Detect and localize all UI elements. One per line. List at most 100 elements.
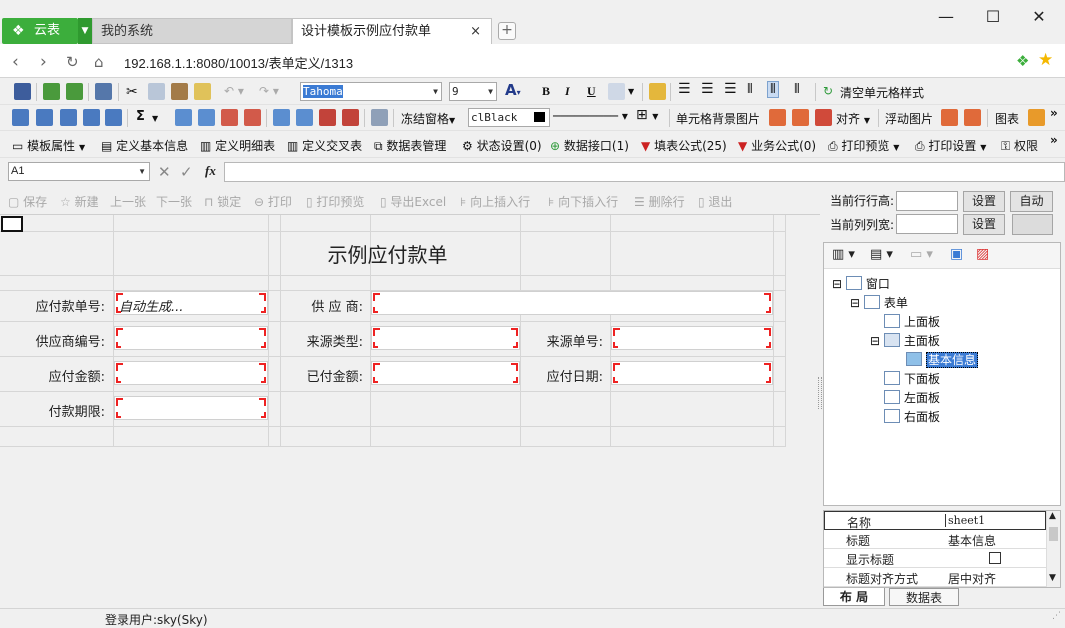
insert-col-icon[interactable] [198,109,215,126]
prop-row-title[interactable]: 标题 基本信息 [824,530,1046,549]
field-input-payable-date[interactable] [611,361,773,385]
url-text[interactable]: 192.168.1.1:8080/10013/表单定义/1313 [124,53,353,72]
layout-preview-icon[interactable]: ▣ [950,246,963,262]
status-settings-button[interactable]: ⚙ 状态设置(0) [462,137,542,154]
print-settings-button[interactable]: ⎙ 打印设置 ▼ [915,137,986,154]
tab-design-template[interactable]: 设计模板示例应付款单 × [292,18,492,44]
prop-row-show-title[interactable]: 显示标题 [824,549,1046,568]
refresh-icon[interactable]: ↻ [66,53,79,71]
cell-ref-select[interactable]: A1 ▼ [8,162,150,181]
prop-row-name[interactable]: 名称 sheet1 [824,511,1046,530]
brand-menu-chevron-icon[interactable]: ▼ [78,18,92,44]
justify-icon[interactable]: ⦀ [767,81,779,98]
tab-datatable[interactable]: 数据表 [889,588,959,606]
function-icon[interactable]: fx [205,163,216,179]
chart-button[interactable]: 图表 [995,110,1019,127]
redo-icon[interactable]: ↷ ▾ [259,84,279,98]
distribute-icon[interactable]: ⦀ [747,82,753,97]
align-image-icon[interactable] [815,109,832,126]
freeze-panes-button[interactable]: 冻结窗格▼ [401,110,455,127]
tree-node-basic-info[interactable]: 基本信息 [906,351,979,368]
cut-icon[interactable]: ✂ [126,84,138,100]
export-excel-button[interactable]: ▯ 导出Excel [380,193,446,210]
copy-icon[interactable] [148,83,165,100]
font-color-icon[interactable]: A▾ [505,81,521,99]
back-icon[interactable]: ‹ [12,52,19,72]
tree-node-form[interactable]: ⊟ 表单 [850,294,908,311]
move-up-icon[interactable] [273,109,290,126]
grid-icon[interactable] [12,109,29,126]
props-scrollbar[interactable]: ▲ ▼ [1046,511,1060,587]
align-left-icon[interactable]: ☰ [678,81,691,97]
more-chevron-icon[interactable]: » [1050,106,1058,120]
scroll-thumb[interactable] [1049,527,1058,541]
tree-node-top-panel[interactable]: 上面板 [884,313,940,330]
prop-row-title-align[interactable]: 标题对齐方式 居中对齐 [824,568,1046,587]
fill-color-chevron-icon[interactable]: ▼ [628,87,634,96]
move-down-icon[interactable] [296,109,313,126]
delete-row-button[interactable]: ☰ 删除行 [634,193,685,210]
borders-icon[interactable]: ⊞ ▼ [636,107,658,123]
save-button[interactable]: ▢ 保存 [8,193,47,210]
fill-color-icon[interactable] [608,83,625,100]
maximize-button[interactable]: ☐ [973,4,1013,30]
remove-float-icon[interactable] [964,109,981,126]
accept-formula-icon[interactable]: ✓ [180,163,193,181]
align-button[interactable]: 对齐 ▼ [836,110,870,127]
favorite-star-icon[interactable]: ★ [1038,50,1053,70]
selected-cell-a1[interactable] [1,216,23,232]
columns-icon[interactable] [83,109,100,126]
insert-row-icon[interactable] [175,109,192,126]
layout-page-icon[interactable]: ▭ ▾ [910,247,933,262]
save-icon[interactable] [14,83,31,100]
home-icon[interactable]: ⌂ [94,53,104,71]
more-chevron-icon-2[interactable]: » [1050,133,1058,147]
lock-icon[interactable] [649,83,666,100]
resize-grip-icon[interactable]: ⋰ [1052,611,1061,621]
import-icon[interactable] [66,83,83,100]
insert-below-button[interactable]: ⊧ 向下插入行 [548,193,618,210]
set-col-width-button[interactable]: 设置 [963,214,1005,235]
formula-input[interactable] [224,162,1065,182]
distribute-v-icon[interactable]: ⦀ [794,82,800,97]
field-input-payable-no[interactable]: 自动生成... [114,291,268,315]
set-row-height-button[interactable]: 设置 [963,191,1005,212]
tree-node-right-panel[interactable]: 右面板 [884,408,940,425]
col-width-input[interactable] [896,214,958,234]
layout-rows-icon[interactable]: ▤ ▾ [870,247,893,262]
layout-cols-icon[interactable]: ▥ ▾ [832,247,855,262]
merge-icon[interactable] [105,109,122,126]
field-input-source-type[interactable] [371,326,520,350]
font-size-select[interactable]: 9 ▼ [449,82,497,101]
delete-row-icon[interactable] [221,109,238,126]
sum-button[interactable]: Σ [136,109,145,124]
bold-button[interactable]: B [542,84,550,99]
table-manage-button[interactable]: ⧉ 数据表管理 [374,137,446,154]
scroll-down-icon[interactable]: ▼ [1049,573,1056,583]
field-input-supplier[interactable] [371,291,773,315]
percent-icon[interactable] [371,109,388,126]
sum-chevron-icon[interactable]: ▼ [152,114,158,123]
business-formula-button[interactable]: ▼ 业务公式(0) [738,137,816,154]
exit-button[interactable]: ▯ 退出 [698,193,732,210]
app-logo-icon[interactable]: ❖ [1016,52,1029,70]
tree-node-window[interactable]: ⊟ 窗口 [832,275,890,292]
auto-row-height-button[interactable]: 自动 [1010,191,1053,212]
export-icon[interactable] [43,83,60,100]
cell-bg-image-button[interactable]: 单元格背景图片 [676,110,760,127]
align-right-icon[interactable]: ☰ [724,81,737,97]
unsplit-icon[interactable] [342,109,359,126]
format-painter-icon[interactable] [194,83,211,100]
forward-icon[interactable]: › [40,52,47,72]
layout-delete-icon[interactable]: ▨ [976,246,989,262]
font-name-select[interactable]: Tahoma ▼ [300,82,442,101]
close-tab-icon[interactable]: × [470,19,481,45]
field-input-payable-amount[interactable] [114,361,268,385]
underline-button[interactable]: U [587,84,596,99]
add-tab-button[interactable]: + [498,22,516,40]
tab-my-system[interactable]: 我的系统 [92,18,292,44]
clear-style-button[interactable]: 清空单元格样式 [840,84,924,101]
italic-button[interactable]: I [565,84,570,99]
next-button[interactable]: 下一张 [156,193,192,210]
split-icon[interactable] [319,109,336,126]
